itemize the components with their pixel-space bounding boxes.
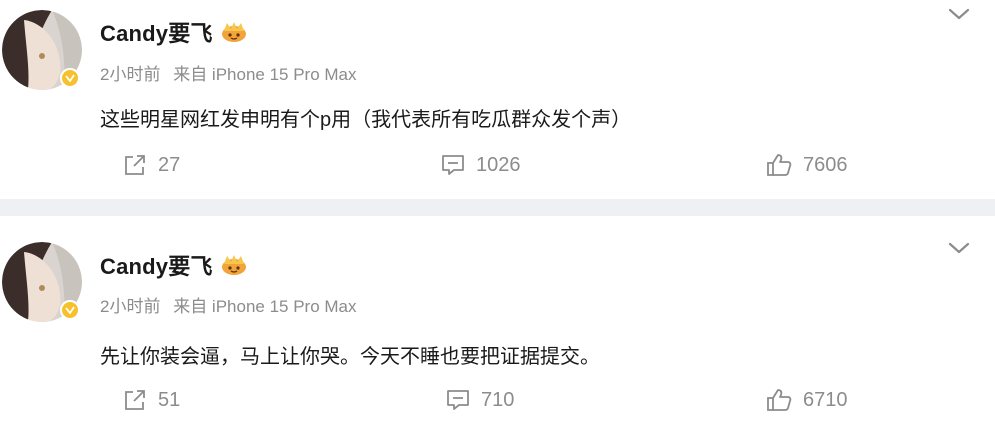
chevron-down-icon[interactable]: [945, 4, 973, 24]
comment-button[interactable]: 710: [445, 387, 514, 413]
repost-icon: [125, 155, 145, 175]
avatar[interactable]: [2, 10, 82, 90]
comment-icon: [447, 390, 469, 410]
post-meta: 2小时前 来自 iPhone 15 Pro Max: [100, 292, 357, 317]
post-text: 先让你装会逼，马上让你哭。今天不睡也要把证据提交。: [100, 346, 600, 368]
username-row: Candy要飞: [100, 249, 249, 281]
crown-badge-icon[interactable]: [219, 20, 249, 44]
chevron-down-icon[interactable]: [945, 238, 973, 258]
post-separator: [0, 199, 995, 216]
verified-badge-icon: [60, 300, 80, 320]
thumbs-up-icon: [767, 154, 792, 176]
repost-icon: [125, 390, 145, 410]
like-count: 6710: [803, 388, 848, 411]
post-meta: 2小时前 来自 iPhone 15 Pro Max: [100, 60, 357, 85]
post-source: 来自 iPhone 15 Pro Max: [173, 297, 357, 316]
post-card: Candy要飞 2小时前 来自 iPhone 15 Pro Max 先让你装会逼…: [0, 216, 995, 426]
post-text: 这些明星网红发申明有个p用（我代表所有吃瓜群众发个声）: [100, 109, 632, 131]
comment-button[interactable]: 1026: [440, 152, 521, 178]
comment-icon: [442, 155, 464, 175]
username[interactable]: Candy要飞: [100, 16, 213, 48]
thumbs-up-icon: [767, 389, 792, 411]
weibo-feed: Candy要飞 2小时前 来自 iPhone 15 Pro Max 这些明星网红…: [0, 0, 995, 426]
repost-button[interactable]: 51: [122, 387, 180, 413]
post-time[interactable]: 2小时前: [100, 297, 160, 316]
post-source: 来自 iPhone 15 Pro Max: [173, 65, 357, 84]
repost-count: 51: [158, 388, 181, 411]
repost-button[interactable]: 27: [122, 152, 180, 178]
like-button[interactable]: 7606: [765, 152, 848, 178]
comment-count: 1026: [476, 153, 521, 176]
repost-count: 27: [158, 153, 181, 176]
verified-badge-icon: [60, 68, 80, 88]
like-count: 7606: [803, 153, 848, 176]
crown-badge-icon[interactable]: [219, 253, 249, 277]
username[interactable]: Candy要飞: [100, 249, 213, 281]
avatar[interactable]: [2, 242, 82, 322]
username-row: Candy要飞: [100, 16, 249, 48]
post-time[interactable]: 2小时前: [100, 65, 160, 84]
comment-count: 710: [481, 388, 515, 411]
like-button[interactable]: 6710: [765, 387, 848, 413]
post-card: Candy要飞 2小时前 来自 iPhone 15 Pro Max 这些明星网红…: [0, 0, 995, 199]
